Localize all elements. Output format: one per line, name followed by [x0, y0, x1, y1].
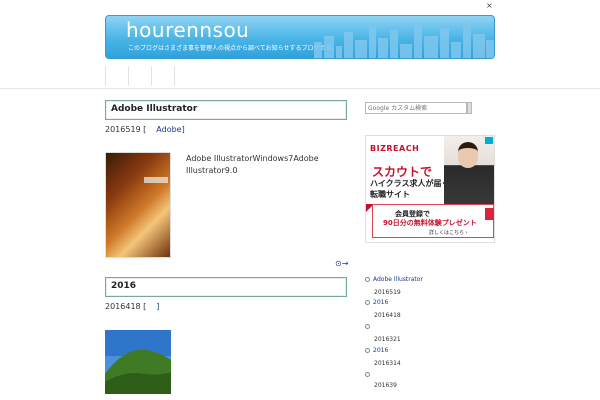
- site-header-banner[interactable]: hourennsou このブログはさまざま事を管理人の視点から調べてお知らせする…: [105, 15, 495, 59]
- nav-item[interactable]: [129, 66, 152, 86]
- post-title[interactable]: Adobe Illustrator: [111, 104, 197, 114]
- ad-line: ハイクラス求人が届く: [370, 179, 450, 188]
- close-icon[interactable]: ×: [486, 1, 493, 10]
- post-category-link[interactable]: Adobe]: [156, 125, 184, 134]
- list-item-date: 201639: [374, 382, 397, 389]
- list-item[interactable]: [365, 323, 373, 330]
- post-thumbnail-mountain[interactable]: [105, 330, 171, 394]
- adchoices-icon[interactable]: [485, 137, 493, 144]
- list-item[interactable]: 2016: [365, 347, 388, 354]
- list-item[interactable]: Adobe Illustrator: [365, 276, 423, 283]
- list-item[interactable]: 2016: [365, 299, 388, 306]
- post-meta: 2016519 [ Adobe]: [105, 125, 185, 134]
- mountain-image: [105, 330, 171, 394]
- list-item-date: 2016418: [374, 312, 401, 319]
- post-date: 2016519 [: [105, 125, 147, 134]
- post-excerpt: Adobe IllustratorWindows7Adobe Illustrat…: [186, 153, 326, 177]
- search-input[interactable]: [365, 102, 467, 114]
- post-title[interactable]: 2016: [111, 281, 136, 291]
- ad-model-face: [458, 142, 478, 168]
- city-skyline-decoration: [314, 22, 494, 58]
- bizreach-ad[interactable]: BIZREACH スカウトで ハイクラス求人が届く 転職サイト 会員登録で 90…: [365, 135, 495, 243]
- gift-icon: [485, 208, 494, 220]
- post-date: 2016418 [: [105, 302, 147, 311]
- excerpt-line: Adobe IllustratorWindows7Adobe: [186, 154, 319, 163]
- ad-offer-highlight: 90日分の無料体験プレゼント: [383, 219, 477, 227]
- site-title[interactable]: hourennsou: [126, 18, 249, 42]
- bullet-icon: [365, 348, 370, 353]
- post-meta: 2016418 []: [105, 302, 159, 311]
- post-thumbnail-illustrator-box[interactable]: [105, 152, 171, 258]
- product-box-label: [144, 177, 168, 183]
- ad-offer-link[interactable]: 詳しくはこちら ›: [429, 229, 468, 236]
- header-divider: [0, 88, 600, 89]
- read-more-link[interactable]: ⊙→: [335, 259, 348, 268]
- search-button[interactable]: [467, 102, 472, 114]
- list-item[interactable]: [365, 371, 373, 378]
- ad-model-photo: [444, 136, 494, 208]
- post-title-box[interactable]: Adobe Illustrator: [105, 100, 347, 120]
- nav-item[interactable]: [105, 66, 129, 86]
- bullet-icon: [365, 324, 370, 329]
- bullet-icon: [365, 300, 370, 305]
- global-nav: [105, 66, 175, 86]
- post-category-link[interactable]: ]: [156, 302, 159, 311]
- bullet-icon: [365, 277, 370, 282]
- post-title-box[interactable]: 2016: [105, 277, 347, 297]
- list-item-date: 2016321: [374, 336, 401, 343]
- nav-item[interactable]: [152, 66, 175, 86]
- ad-line: 転職サイト: [370, 190, 410, 199]
- bullet-icon: [365, 372, 370, 377]
- ad-offer-box[interactable]: 会員登録で 90日分の無料体験プレゼント 詳しくはこちら ›: [372, 204, 494, 238]
- excerpt-line: Illustrator9.0: [186, 166, 238, 175]
- list-item-date: 2016519: [374, 289, 401, 296]
- ad-logo: BIZREACH: [370, 144, 420, 153]
- list-item-date: 2016314: [374, 360, 401, 367]
